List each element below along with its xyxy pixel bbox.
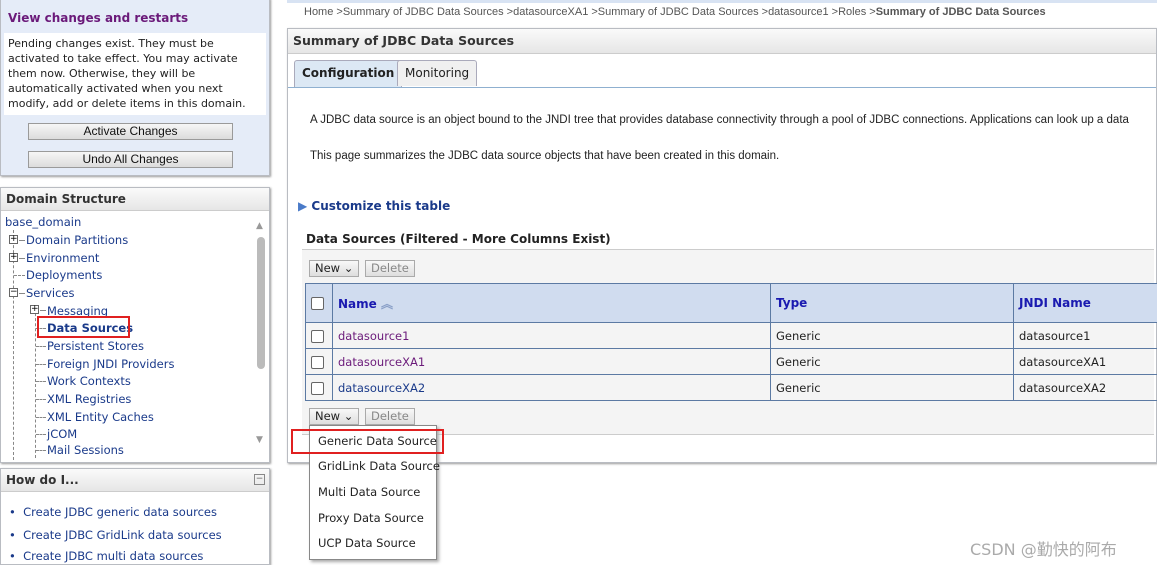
- scroll-up-icon[interactable]: ▲: [256, 221, 263, 231]
- table-row: datasourceXA2 Generic datasourceXA2: [305, 374, 1157, 401]
- row-checkbox[interactable]: [311, 355, 324, 369]
- pending-changes-message: Pending changes exist. They must be acti…: [4, 33, 266, 115]
- watermark: CSDN @勤快的阿布: [970, 540, 1117, 559]
- description-summary: This page summarizes the JDBC data sourc…: [310, 150, 780, 162]
- delete-button-bottom[interactable]: Delete: [365, 408, 415, 425]
- table-header: Name ︽ Type JNDI Name: [305, 283, 1157, 323]
- tab-monitoring[interactable]: Monitoring: [397, 60, 478, 86]
- delete-button[interactable]: Delete: [365, 260, 415, 277]
- datasource-link[interactable]: datasource1: [332, 322, 771, 349]
- how-do-i-link[interactable]: • Create JDBC multi data sources: [9, 549, 203, 563]
- tree-scrollbar[interactable]: ▲ ▼: [254, 219, 268, 459]
- domain-structure-title: Domain Structure: [1, 188, 269, 211]
- highlight-box: [37, 316, 130, 338]
- breadcrumb: Home >Summary of JDBC Data Sources >data…: [304, 6, 1154, 18]
- tree-item-foreign-jndi[interactable]: Foreign JNDI Providers: [47, 357, 174, 371]
- change-center-panel: View changes and restarts Pending change…: [0, 0, 270, 176]
- chevron-down-icon: ⌄: [343, 261, 354, 275]
- row-checkbox[interactable]: [311, 329, 324, 343]
- menu-item-ucp[interactable]: UCP Data Source: [318, 536, 416, 550]
- how-do-i-panel: How do I... − • Create JDBC generic data…: [0, 468, 270, 565]
- table-row: datasourceXA1 Generic datasourceXA1: [305, 348, 1157, 375]
- highlight-box: [291, 429, 444, 454]
- select-all-checkbox[interactable]: [311, 297, 324, 310]
- breadcrumb-current: Summary of JDBC Data Sources: [875, 6, 1046, 18]
- collapse-icon[interactable]: −: [254, 474, 265, 485]
- breadcrumb-link[interactable]: Roles >: [838, 6, 876, 18]
- tree-item-xml-registries[interactable]: XML Registries: [47, 392, 131, 406]
- customize-table-link[interactable]: ▶ Customize this table: [298, 199, 450, 213]
- sort-ascending-icon: ︽: [380, 296, 393, 311]
- new-button-bottom[interactable]: New ⌄: [309, 408, 360, 425]
- tree-root[interactable]: base_domain: [5, 215, 81, 229]
- tree-item-mail-sessions[interactable]: Mail Sessions: [47, 443, 124, 457]
- page-title: Summary of JDBC Data Sources: [288, 29, 1156, 54]
- activate-changes-button[interactable]: Activate Changes: [28, 123, 233, 140]
- breadcrumb-link[interactable]: datasource1 >: [768, 6, 838, 18]
- domain-structure-panel: Domain Structure base_domain + Domain Pa…: [0, 187, 270, 463]
- breadcrumb-link[interactable]: Home >: [304, 6, 343, 18]
- jndi-cell: datasourceXA2: [1013, 374, 1157, 401]
- menu-item-multi[interactable]: Multi Data Source: [318, 485, 420, 499]
- datasource-link[interactable]: datasourceXA1: [332, 348, 771, 375]
- tree-item-work-contexts[interactable]: Work Contexts: [47, 374, 131, 388]
- tree-item-domain-partitions[interactable]: Domain Partitions: [26, 233, 128, 247]
- tree-item-persistent-stores[interactable]: Persistent Stores: [47, 339, 144, 353]
- expand-triangle-icon: ▶: [298, 199, 308, 213]
- column-type[interactable]: Type: [770, 283, 1014, 323]
- chevron-down-icon: ⌄: [343, 409, 354, 423]
- tree-item-xml-entity-caches[interactable]: XML Entity Caches: [47, 410, 154, 424]
- menu-item-proxy[interactable]: Proxy Data Source: [318, 511, 424, 525]
- table-title: Data Sources (Filtered - More Columns Ex…: [306, 232, 611, 246]
- breadcrumb-link[interactable]: datasourceXA1 >: [513, 6, 598, 18]
- jndi-cell: datasourceXA1: [1013, 348, 1157, 375]
- undo-all-changes-button[interactable]: Undo All Changes: [28, 151, 233, 168]
- tree-item-environment[interactable]: Environment: [26, 251, 99, 265]
- scrollbar-thumb[interactable]: [257, 237, 265, 369]
- scroll-down-icon[interactable]: ▼: [256, 435, 263, 445]
- menu-item-gridlink[interactable]: GridLink Data Source: [318, 459, 440, 473]
- datasource-link[interactable]: datasourceXA2: [332, 374, 771, 401]
- change-center-title: View changes and restarts: [8, 11, 189, 25]
- tree-item-services[interactable]: Services: [26, 286, 75, 300]
- new-button[interactable]: New ⌄: [309, 260, 360, 277]
- tree-line: [13, 230, 14, 460]
- type-cell: Generic: [770, 374, 1014, 401]
- expand-icon[interactable]: +: [9, 235, 18, 244]
- expand-icon[interactable]: +: [9, 253, 18, 262]
- tree-item-deployments[interactable]: Deployments: [26, 268, 102, 282]
- data-sources-table: Name ︽ Type JNDI Name datasource1 Generic…: [305, 283, 1157, 401]
- tree-item-jcom[interactable]: jCOM: [47, 427, 77, 441]
- row-checkbox[interactable]: [311, 381, 324, 395]
- how-do-i-link[interactable]: • Create JDBC generic data sources: [9, 505, 217, 519]
- column-jndi-name[interactable]: JNDI Name: [1013, 283, 1157, 323]
- type-cell: Generic: [770, 322, 1014, 349]
- type-cell: Generic: [770, 348, 1014, 375]
- how-do-i-title: How do I...: [1, 469, 269, 492]
- tree-line: [35, 308, 36, 458]
- tab-configuration[interactable]: Configuration: [294, 60, 403, 87]
- breadcrumb-link[interactable]: Summary of JDBC Data Sources >: [598, 6, 768, 18]
- collapse-icon[interactable]: −: [9, 288, 18, 297]
- column-name[interactable]: Name ︽: [332, 283, 771, 323]
- how-do-i-link[interactable]: • Create JDBC GridLink data sources: [9, 528, 222, 542]
- expand-icon[interactable]: +: [30, 305, 39, 314]
- breadcrumb-link[interactable]: Summary of JDBC Data Sources >: [343, 6, 513, 18]
- table-row: datasource1 Generic datasource1: [305, 322, 1157, 349]
- description: A JDBC data source is an object bound to…: [310, 114, 1129, 126]
- jndi-cell: datasource1: [1013, 322, 1157, 349]
